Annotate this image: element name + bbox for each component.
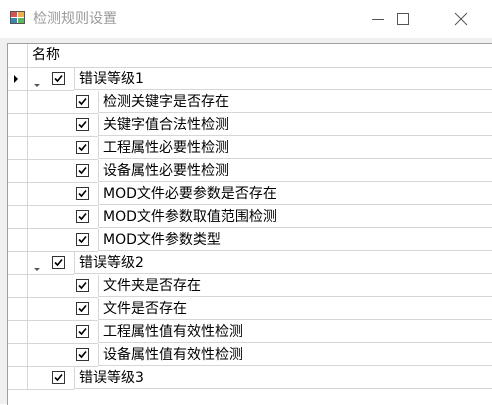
group-label[interactable]: 错误等级3: [74, 367, 492, 389]
tree-item-row[interactable]: MOD文件参数取值范围检测: [8, 206, 492, 229]
item-label[interactable]: 工程属性必要性检测: [98, 137, 492, 159]
app-icon: [10, 10, 26, 26]
collapse-chevron-icon[interactable]: [32, 75, 42, 87]
tree-item-row[interactable]: 设备属性值有效性检测: [8, 344, 492, 367]
tree-item-row[interactable]: 检测关键字是否存在: [8, 91, 492, 114]
checkmark-icon: [78, 143, 87, 152]
group-checkbox[interactable]: [52, 371, 65, 384]
row-header[interactable]: [8, 206, 28, 229]
row-header[interactable]: [8, 114, 28, 137]
row-header[interactable]: [8, 298, 28, 321]
tree-item-row[interactable]: MOD文件参数类型: [8, 229, 492, 252]
group-checkbox[interactable]: [52, 256, 65, 269]
row-header[interactable]: [8, 137, 28, 160]
item-checkbox[interactable]: [76, 118, 89, 131]
row-header[interactable]: [8, 68, 28, 91]
maximize-icon: [397, 13, 409, 25]
rule-tree-list[interactable]: 名称 错误等级1 检测关键字是否存在 关键字值合法性检测 工程属性必要性检测 设备属性必…: [7, 43, 492, 405]
item-checkbox[interactable]: [76, 187, 89, 200]
item-checkbox[interactable]: [76, 210, 89, 223]
row-header[interactable]: [8, 321, 28, 344]
tree-item-row[interactable]: 文件是否存在: [8, 298, 492, 321]
item-checkbox[interactable]: [76, 141, 89, 154]
row-header[interactable]: [8, 160, 28, 183]
tree-item-row[interactable]: 工程属性值有效性检测: [8, 321, 492, 344]
row-header[interactable]: [8, 229, 28, 252]
current-row-arrow-icon: [14, 75, 18, 83]
item-checkbox[interactable]: [76, 233, 89, 246]
close-button[interactable]: [438, 0, 484, 38]
item-label[interactable]: 文件是否存在: [98, 298, 492, 320]
item-label[interactable]: 设备属性必要性检测: [98, 160, 492, 182]
checkmark-icon: [78, 281, 87, 290]
tree-group-row[interactable]: 错误等级3: [8, 367, 492, 390]
tree-item-row[interactable]: 设备属性必要性检测: [8, 160, 492, 183]
item-label[interactable]: 工程属性值有效性检测: [98, 321, 492, 343]
tree-item-row[interactable]: MOD文件必要参数是否存在: [8, 183, 492, 206]
tree-group-row[interactable]: 错误等级2: [8, 252, 492, 275]
collapse-chevron-icon[interactable]: [32, 259, 42, 271]
item-label[interactable]: 设备属性值有效性检测: [98, 344, 492, 366]
item-checkbox[interactable]: [76, 302, 89, 315]
item-label[interactable]: MOD文件参数取值范围检测: [98, 206, 492, 228]
checkmark-icon: [78, 235, 87, 244]
checkmark-icon: [78, 97, 87, 106]
item-label[interactable]: 检测关键字是否存在: [98, 91, 492, 113]
checkmark-icon: [54, 258, 63, 267]
item-checkbox[interactable]: [76, 95, 89, 108]
tree-item-row[interactable]: 关键字值合法性检测: [8, 114, 492, 137]
item-checkbox[interactable]: [76, 325, 89, 338]
tree-item-row[interactable]: 文件夹是否存在: [8, 275, 492, 298]
row-header[interactable]: [8, 91, 28, 114]
row-header[interactable]: [8, 367, 28, 390]
item-checkbox[interactable]: [76, 348, 89, 361]
row-header[interactable]: [8, 183, 28, 206]
group-label[interactable]: 错误等级1: [74, 68, 492, 90]
item-checkbox[interactable]: [76, 164, 89, 177]
window-title: 检测规则设置: [33, 11, 117, 27]
checkmark-icon: [78, 350, 87, 359]
title-bar: 检测规则设置: [0, 0, 492, 38]
checkmark-icon: [54, 74, 63, 83]
row-header-corner: [8, 44, 28, 67]
checkmark-icon: [78, 327, 87, 336]
checkmark-icon: [78, 189, 87, 198]
checkmark-icon: [78, 166, 87, 175]
item-label[interactable]: 关键字值合法性检测: [98, 114, 492, 136]
checkmark-icon: [54, 373, 63, 382]
group-label[interactable]: 错误等级2: [74, 252, 492, 274]
tree-group-row[interactable]: 错误等级1: [8, 68, 492, 91]
checkmark-icon: [78, 212, 87, 221]
checkmark-icon: [78, 120, 87, 129]
checkmark-icon: [78, 304, 87, 313]
row-header[interactable]: [8, 275, 28, 298]
item-label[interactable]: 文件夹是否存在: [98, 275, 492, 297]
item-label[interactable]: MOD文件参数类型: [98, 229, 492, 251]
close-icon: [454, 12, 468, 26]
column-header-name[interactable]: 名称: [32, 46, 60, 65]
indent-area: [28, 367, 74, 390]
maximize-button[interactable]: [380, 0, 426, 38]
item-label[interactable]: MOD文件必要参数是否存在: [98, 183, 492, 205]
tree-item-row[interactable]: 工程属性必要性检测: [8, 137, 492, 160]
item-checkbox[interactable]: [76, 279, 89, 292]
window-client-area: 名称 错误等级1 检测关键字是否存在 关键字值合法性检测 工程属性必要性检测 设备属性必…: [0, 38, 492, 405]
column-header: 名称: [8, 44, 492, 68]
row-header[interactable]: [8, 344, 28, 367]
row-header[interactable]: [8, 252, 28, 275]
group-checkbox[interactable]: [52, 72, 65, 85]
